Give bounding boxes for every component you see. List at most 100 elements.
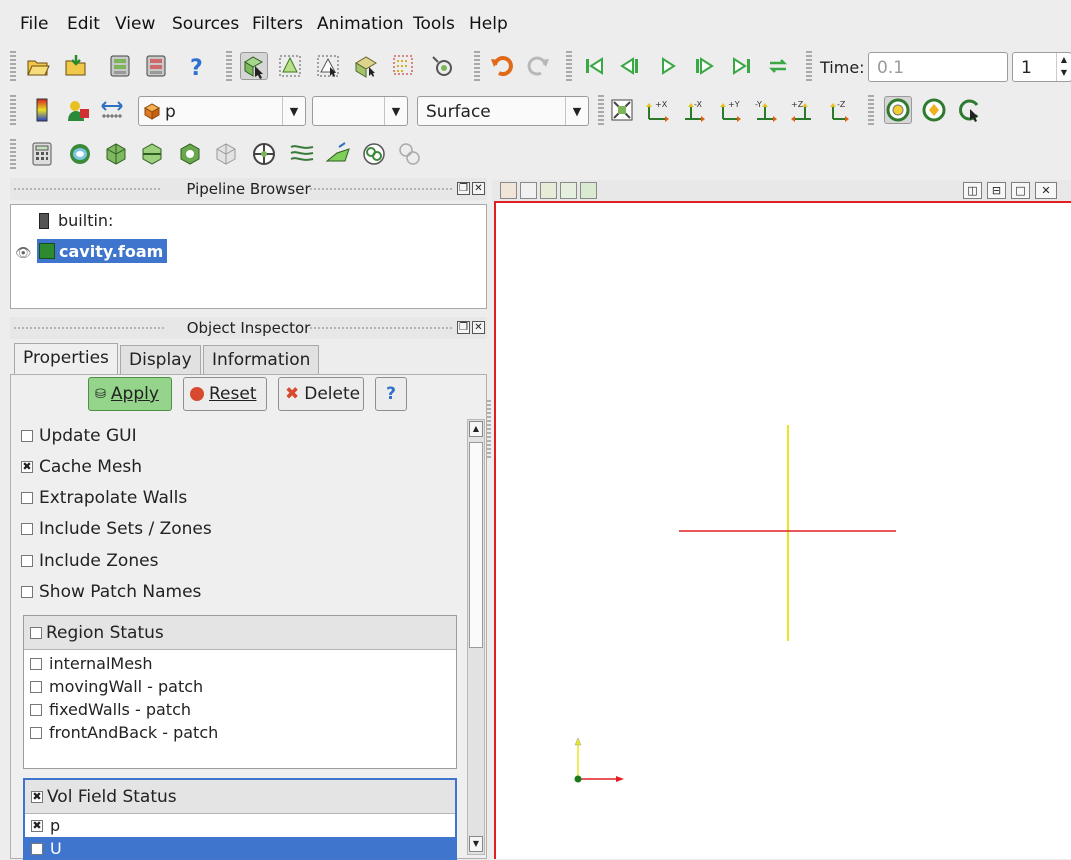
extract-level-icon[interactable] (396, 140, 424, 168)
pipeline-item-cavity-foam[interactable]: cavity.foam (37, 239, 168, 263)
split-horizontal-icon[interactable]: ◫ (963, 182, 982, 199)
color-legend-icon[interactable] (28, 96, 56, 124)
undo-icon[interactable] (488, 52, 516, 80)
color-component-dropdown[interactable]: ▼ (312, 96, 408, 126)
camera-redo-icon[interactable] (560, 182, 577, 199)
checkbox[interactable] (30, 726, 42, 739)
toolbar-grip[interactable] (10, 95, 16, 125)
checkbox[interactable] (30, 680, 42, 693)
color-by-dropdown[interactable]: p ▼ (138, 96, 306, 126)
help-icon[interactable]: ? (182, 52, 210, 80)
delete-button[interactable]: ✖ Delete (278, 377, 364, 411)
split-vertical-icon[interactable]: ⊟ (987, 182, 1006, 199)
select-block-icon[interactable] (352, 52, 380, 80)
select-cells-icon[interactable] (240, 52, 268, 80)
checkbox-checked[interactable]: ✖ (31, 819, 43, 832)
pick-center-icon[interactable] (956, 96, 984, 124)
spreadsheet-icon[interactable] (540, 182, 557, 199)
glyph-icon[interactable] (250, 140, 278, 168)
menu-file[interactable]: File (20, 14, 48, 34)
toolbar-grip[interactable] (598, 95, 604, 125)
select-frustum-icon[interactable] (314, 52, 342, 80)
view-minus-x-icon[interactable]: -X (680, 96, 708, 124)
scroll-down-icon[interactable]: ▼ (469, 836, 483, 852)
select-points-icon[interactable] (276, 52, 304, 80)
threshold-icon[interactable] (176, 140, 204, 168)
close-icon[interactable]: ✕ (472, 321, 485, 334)
toolbar-grip[interactable] (806, 51, 812, 81)
view-minus-y-icon[interactable]: -Y (752, 96, 780, 124)
option-cache-mesh[interactable]: ✖ Cache Mesh (21, 457, 142, 477)
checkbox-checked[interactable]: ✖ (31, 790, 43, 803)
checkbox[interactable] (21, 430, 33, 442)
float-panel-icon[interactable]: ❐ (457, 182, 470, 195)
menu-sources[interactable]: Sources (172, 14, 239, 34)
float-panel-icon[interactable]: ❐ (457, 321, 470, 334)
toolbar-grip[interactable] (868, 95, 874, 125)
group-datasets-icon[interactable] (360, 140, 388, 168)
list-item[interactable]: ✖ p (25, 814, 455, 837)
menu-view[interactable]: View (115, 14, 155, 34)
list-item[interactable]: fixedWalls - patch (24, 698, 456, 721)
menu-help[interactable]: Help (469, 14, 508, 34)
slice-icon[interactable] (138, 140, 166, 168)
contour-icon[interactable] (66, 140, 94, 168)
stream-tracer-icon[interactable] (288, 140, 316, 168)
time-value-field[interactable]: 0.1 (868, 52, 1008, 82)
help-button[interactable]: ? (375, 377, 407, 411)
splitter-handle[interactable] (487, 400, 491, 460)
rescale-range-icon[interactable] (98, 96, 126, 124)
menu-filters[interactable]: Filters (252, 14, 303, 34)
checkbox[interactable] (21, 555, 33, 567)
view-minus-z-icon[interactable]: -Z (824, 96, 852, 124)
list-item[interactable]: frontAndBack - patch (24, 721, 456, 744)
camera-undo-icon[interactable] (520, 182, 537, 199)
list-item[interactable]: internalMesh (24, 652, 456, 675)
edit-color-map-icon[interactable] (64, 96, 92, 124)
checkbox[interactable] (21, 586, 33, 598)
visibility-eye-icon[interactable]: 👁 (15, 246, 32, 261)
warp-vector-icon[interactable] (324, 140, 352, 168)
maximize-icon[interactable]: □ (1011, 182, 1030, 199)
pipeline-root[interactable]: builtin: (58, 211, 113, 230)
toolbar-grip[interactable] (226, 51, 232, 81)
option-update-gui[interactable]: Update GUI (21, 426, 137, 446)
scrollbar[interactable]: ▲ ▼ (467, 419, 485, 855)
option-include-sets-zones[interactable]: Include Sets / Zones (21, 519, 212, 539)
time-step-spinbox[interactable]: 1 ▲ ▼ (1012, 52, 1071, 82)
view-plus-y-icon[interactable]: +Y (716, 96, 744, 124)
scroll-up-icon[interactable]: ▲ (469, 421, 483, 437)
next-frame-icon[interactable] (690, 52, 718, 80)
disconnect-icon[interactable] (142, 52, 170, 80)
checkbox[interactable] (21, 492, 33, 504)
show-center-icon[interactable] (884, 96, 912, 124)
first-frame-icon[interactable] (580, 52, 608, 80)
checkbox-checked[interactable]: ✖ (21, 461, 33, 473)
checkbox[interactable] (30, 703, 42, 716)
play-icon[interactable] (654, 52, 682, 80)
reset-button[interactable]: Reset (183, 377, 267, 411)
scrollbar-thumb[interactable] (469, 442, 483, 648)
close-icon[interactable]: ✕ (1035, 182, 1057, 199)
list-item[interactable]: movingWall - patch (24, 675, 456, 698)
tab-display[interactable]: Display (120, 345, 201, 375)
toolbar-grip[interactable] (10, 139, 16, 169)
checkbox[interactable] (30, 626, 42, 639)
toolbar-grip[interactable] (474, 51, 480, 81)
representation-dropdown[interactable]: Surface ▼ (417, 96, 589, 126)
apply-button[interactable]: ⛁ Apply (88, 377, 172, 411)
tab-properties[interactable]: Properties (14, 343, 118, 375)
last-frame-icon[interactable] (728, 52, 756, 80)
loop-icon[interactable] (764, 52, 792, 80)
open-file-icon[interactable] (24, 52, 52, 80)
select-points-through-icon[interactable] (390, 52, 418, 80)
previous-frame-icon[interactable] (616, 52, 644, 80)
toolbar-grip[interactable] (566, 51, 572, 81)
option-show-patch-names[interactable]: Show Patch Names (21, 582, 201, 602)
checkbox[interactable] (30, 657, 42, 670)
connect-icon[interactable] (106, 52, 134, 80)
capture-icon[interactable] (500, 182, 517, 199)
menu-animation[interactable]: Animation (317, 14, 404, 34)
menu-tools[interactable]: Tools (413, 14, 455, 34)
save-state-icon[interactable] (62, 52, 90, 80)
